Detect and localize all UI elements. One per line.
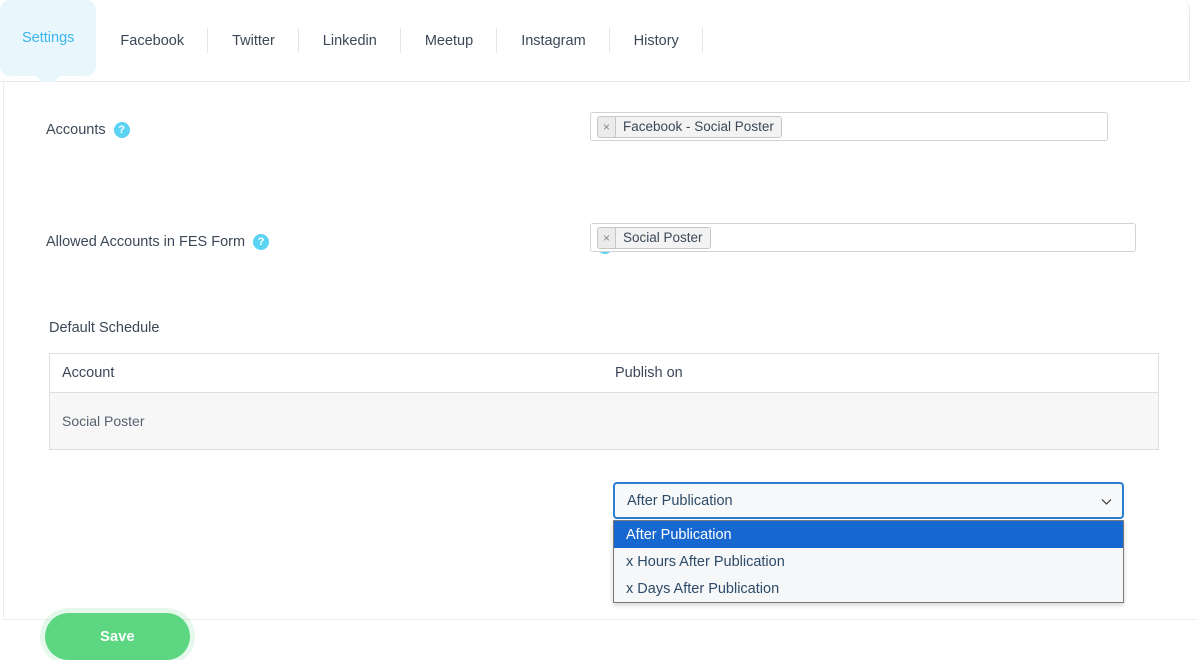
publish-on-option-list: After Publication x Hours After Publicat… — [613, 520, 1124, 603]
allowed-accounts-label-group: Allowed Accounts in FES Form ? — [46, 234, 269, 250]
column-header-account: Account — [50, 365, 615, 381]
publish-on-select-value: After Publication — [627, 493, 733, 509]
tab-linkedin-label: Linkedin — [323, 33, 377, 49]
allowed-accounts-label: Allowed Accounts in FES Form — [46, 234, 245, 250]
table-row: Social Poster — [50, 393, 1158, 449]
tab-list: Settings Facebook Twitter Linkedin Meetu… — [0, 0, 703, 81]
save-button[interactable]: Save — [45, 613, 190, 660]
tab-instagram-label: Instagram — [521, 33, 585, 49]
tab-facebook[interactable]: Facebook — [96, 0, 208, 81]
default-schedule-table: Account Publish on Social Poster — [49, 353, 1159, 450]
accounts-label-group: Accounts ? — [46, 122, 130, 138]
tab-twitter-label: Twitter — [232, 33, 275, 49]
tab-history-label: History — [634, 33, 679, 49]
tab-settings-label: Settings — [22, 30, 74, 46]
publish-on-select-wrapper: After Publication After Publication x Ho… — [613, 482, 1124, 603]
token-label: Facebook - Social Poster — [616, 117, 781, 137]
option-label: x Days After Publication — [626, 581, 779, 597]
token-item[interactable]: × Social Poster — [597, 227, 711, 249]
token-remove-icon[interactable]: × — [598, 228, 616, 248]
accounts-label: Accounts — [46, 122, 106, 138]
tab-linkedin[interactable]: Linkedin — [299, 0, 401, 81]
chevron-down-icon[interactable] — [1101, 498, 1110, 507]
accounts-token-input[interactable]: × Facebook - Social Poster — [590, 112, 1108, 141]
accounts-help-icon[interactable]: ? — [114, 122, 130, 138]
option-label: After Publication — [626, 527, 732, 543]
token-item[interactable]: × Facebook - Social Poster — [597, 116, 782, 138]
tab-history[interactable]: History — [610, 0, 703, 81]
publish-on-select[interactable]: After Publication — [613, 482, 1124, 519]
allowed-accounts-token-input[interactable]: × Social Poster — [590, 223, 1136, 252]
tab-bar: Settings Facebook Twitter Linkedin Meetu… — [0, 0, 1190, 82]
settings-page: Settings Facebook Twitter Linkedin Meetu… — [0, 0, 1200, 631]
tab-settings[interactable]: Settings — [0, 0, 96, 76]
option-label: x Hours After Publication — [626, 554, 785, 570]
column-header-publish-on: Publish on — [615, 365, 1158, 381]
allowed-accounts-help-icon[interactable]: ? — [253, 234, 269, 250]
table-header-row: Account Publish on — [50, 354, 1158, 393]
tab-meetup[interactable]: Meetup — [401, 0, 497, 81]
tab-twitter[interactable]: Twitter — [208, 0, 299, 81]
option-x-hours-after-publication[interactable]: x Hours After Publication — [614, 548, 1123, 575]
cell-account: Social Poster — [50, 413, 615, 429]
option-x-days-after-publication[interactable]: x Days After Publication — [614, 575, 1123, 602]
tab-meetup-label: Meetup — [425, 33, 473, 49]
settings-content-panel: Accounts ? × Facebook - Social Poster ? … — [3, 82, 1197, 620]
token-label: Social Poster — [616, 228, 710, 248]
tab-facebook-label: Facebook — [120, 33, 184, 49]
option-after-publication[interactable]: After Publication — [614, 521, 1123, 548]
default-schedule-title: Default Schedule — [49, 320, 159, 336]
token-remove-icon[interactable]: × — [598, 117, 616, 137]
tab-instagram[interactable]: Instagram — [497, 0, 609, 81]
